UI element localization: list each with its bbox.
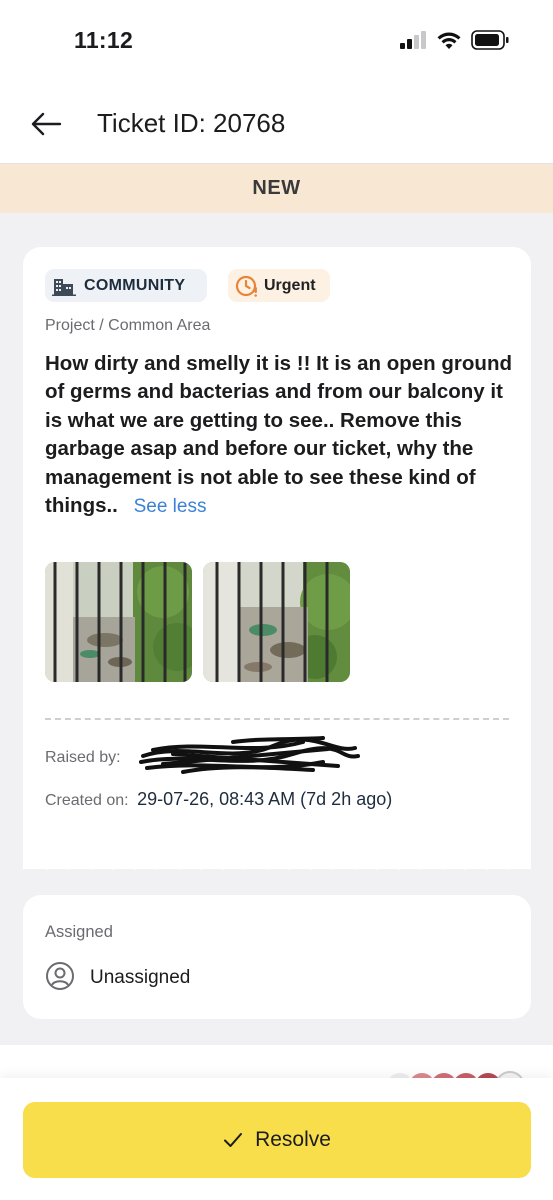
ticket-location-breadcrumb: Project / Common Area [45,317,211,334]
category-tag: COMMUNITY [45,269,207,302]
building-icon [52,276,76,296]
redaction-scribble [139,736,360,774]
clock-alert-icon [235,274,259,298]
raised-by-label: Raised by: [45,749,121,766]
battery-icon [471,30,509,50]
assignee-value: Unassigned [90,967,191,988]
created-on-row: Created on: 29-07-26, 08:43 AM (7d 2h ag… [45,789,392,810]
status-bar: 11:12 [0,0,553,84]
back-button[interactable] [26,106,66,142]
page-title: Ticket ID: 20768 [97,108,286,138]
see-less-link[interactable]: See less [134,496,207,517]
wifi-icon [437,32,461,49]
user-circle-icon [46,962,74,990]
app-header: Ticket ID: 20768 [0,84,553,164]
check-icon [224,1133,243,1147]
category-label: COMMUNITY [84,276,186,294]
priority-label: Urgent [264,276,316,294]
divider [45,718,509,720]
resolve-label: Resolve [255,1128,331,1151]
resolve-button[interactable]: Resolve [23,1102,531,1178]
assignment-card[interactable]: Assigned Unassigned [23,895,531,1019]
created-on-label: Created on: [45,792,129,809]
attachment-photo[interactable] [203,562,350,682]
assignment-label: Assigned [45,923,113,941]
status-time: 11:12 [74,27,134,53]
priority-tag: Urgent [228,269,330,302]
cellular-signal-icon [400,31,426,49]
ticket-zigzag-edge [23,848,531,870]
ticket-description-text: How dirty and smelly it is !! It is an o… [45,352,512,518]
arrow-left-icon [31,112,62,136]
ticket-status-banner: NEW [0,164,553,213]
bottom-action-bar: Resolve [0,1078,553,1200]
ticket-description: How dirty and smelly it is !! It is an o… [45,350,515,521]
attachment-photo[interactable] [45,562,192,682]
created-on-value: 29-07-26, 08:43 AM (7d 2h ago) [137,789,393,809]
ticket-card: COMMUNITY Urgent Project / Common Area H… [23,247,531,869]
status-icons [400,30,509,50]
